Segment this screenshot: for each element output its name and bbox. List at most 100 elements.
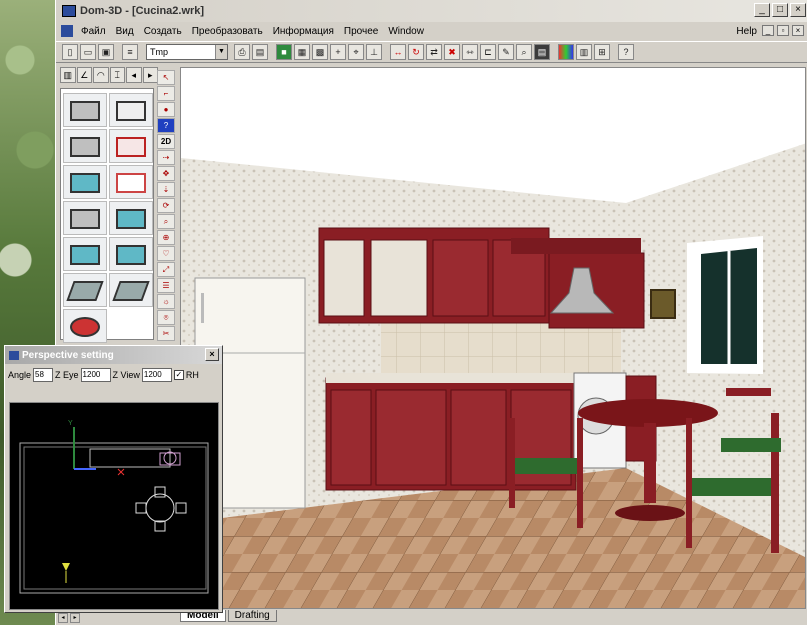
menu-view[interactable]: Вид xyxy=(111,26,139,37)
mirror-icon[interactable]: ⇄ xyxy=(426,44,442,60)
rotate-icon[interactable]: ↻ xyxy=(408,44,424,60)
palette-window-frame-tool[interactable] xyxy=(63,237,107,271)
heart-icon[interactable]: ♡ xyxy=(157,246,175,261)
snap-icon[interactable]: + xyxy=(330,44,346,60)
minimize-button[interactable]: _ xyxy=(754,3,770,17)
tab-drafting[interactable]: Drafting xyxy=(227,609,277,622)
delete-icon[interactable]: ✖ xyxy=(444,44,460,60)
tab-objects[interactable]: ▥ xyxy=(60,67,76,83)
ortho-icon[interactable]: ⊥ xyxy=(366,44,382,60)
new-icon[interactable]: ▯ xyxy=(62,44,78,60)
save-icon[interactable]: ▣ xyxy=(98,44,114,60)
3d-viewport[interactable] xyxy=(180,67,806,609)
close-button[interactable]: × xyxy=(790,3,806,17)
zview-input[interactable]: 1200 xyxy=(141,368,172,382)
cut-icon[interactable]: ✂ xyxy=(157,326,175,341)
render-icon[interactable]: ■ xyxy=(276,44,292,60)
chevron-down-icon[interactable]: ▼ xyxy=(215,45,227,59)
fit-icon[interactable]: ⤢ xyxy=(157,262,175,277)
object-palette xyxy=(60,88,154,343)
palette-arch-tool[interactable] xyxy=(109,129,153,163)
tab-prev-arrow[interactable]: ◂ xyxy=(126,67,142,83)
dialog-icon xyxy=(9,350,19,360)
layers-icon[interactable]: ≡ xyxy=(122,44,138,60)
tab-stairs[interactable]: ⌶ xyxy=(109,67,125,83)
grid-icon[interactable]: ▩ xyxy=(312,44,328,60)
zeye-input[interactable]: 1200 xyxy=(80,368,111,382)
texture-icon[interactable]: ⊞ xyxy=(594,44,610,60)
angle-input[interactable]: 58 xyxy=(33,368,54,382)
palette-wall-segment-tool[interactable] xyxy=(63,129,107,163)
light-icon[interactable]: ☼ xyxy=(157,294,175,309)
menu-info[interactable]: Информация xyxy=(268,26,339,37)
arrow-icon[interactable]: ↖ xyxy=(157,70,175,85)
tab-walls[interactable]: ∠ xyxy=(76,67,92,83)
tab-next-arrow[interactable]: ▸ xyxy=(142,67,158,83)
palette-roof-hip-tool[interactable] xyxy=(109,273,153,307)
doc-close-button[interactable]: × xyxy=(792,25,804,36)
move-icon[interactable]: ↔ xyxy=(390,44,406,60)
menu-window[interactable]: Window xyxy=(383,26,429,37)
menu-help[interactable]: Help xyxy=(731,26,762,37)
info-icon[interactable]: ? xyxy=(157,118,175,133)
palette-object-tool[interactable] xyxy=(63,309,107,343)
camera-icon[interactable]: ⌾ xyxy=(157,310,175,325)
dialog-fields: Angle 58 Z Eye 1200 Z View 1200 ✓ RH xyxy=(5,364,222,386)
horizontal-scrollbar[interactable]: ◂ ▸ xyxy=(55,612,124,624)
palette-roof-tool[interactable] xyxy=(63,273,107,307)
properties-icon[interactable]: ▤ xyxy=(534,44,550,60)
layer-dropdown[interactable]: Tmp ▼ xyxy=(146,44,228,60)
palette-tabs: ▥ ∠ ◠ ⌶ ◂ ▸ xyxy=(60,67,158,85)
palette-window-tool[interactable] xyxy=(63,165,107,199)
open-icon[interactable]: ▭ xyxy=(80,44,96,60)
palette-door-tool[interactable] xyxy=(109,165,153,199)
pencil-icon[interactable]: ✎ xyxy=(498,44,514,60)
dialog-title-bar[interactable]: Perspective setting × xyxy=(5,346,222,364)
palette-opening-tool[interactable] xyxy=(109,237,153,271)
maximize-button[interactable]: □ xyxy=(772,3,788,17)
angle-label: Angle xyxy=(8,370,32,380)
print-preview-icon[interactable]: ▤ xyxy=(252,44,268,60)
record-icon[interactable]: ● xyxy=(157,102,175,117)
layers-stack-icon[interactable]: ☰ xyxy=(157,278,175,293)
menu-create[interactable]: Создать xyxy=(139,26,187,37)
snap-point-icon[interactable]: ⌖ xyxy=(348,44,364,60)
help-icon[interactable]: ? xyxy=(618,44,634,60)
tab-roof[interactable]: ◠ xyxy=(93,67,109,83)
view-tabs: Modell Drafting xyxy=(180,608,806,623)
menu-other[interactable]: Прочее xyxy=(339,26,383,37)
measure-icon[interactable]: ⇿ xyxy=(462,44,478,60)
shade-icon[interactable]: ▦ xyxy=(294,44,310,60)
material-icon[interactable]: ▥ xyxy=(576,44,592,60)
palette-column-tool[interactable] xyxy=(109,201,153,235)
menu-file[interactable]: Файл xyxy=(76,26,111,37)
dialog-title: Perspective setting xyxy=(22,349,114,361)
dimension-icon[interactable]: ⊏ xyxy=(480,44,496,60)
color-icon[interactable] xyxy=(558,44,574,60)
svg-text:Y: Y xyxy=(68,420,73,427)
zoom-icon[interactable]: ⌕ xyxy=(516,44,532,60)
title-bar[interactable]: Dom-3D - [Cucina2.wrk] _ □ × xyxy=(56,0,807,22)
pan-down-icon[interactable]: ⇣ xyxy=(157,182,175,197)
zoom-window-icon[interactable]: ⌕ xyxy=(157,214,175,229)
plan-view[interactable]: Y xyxy=(9,402,219,610)
doc-minimize-button[interactable]: _ xyxy=(762,25,774,36)
print-icon[interactable]: ⎙ xyxy=(234,44,250,60)
palette-room-tool[interactable] xyxy=(109,93,153,127)
walk-icon[interactable]: ⇢ xyxy=(157,150,175,165)
scroll-right-arrow[interactable]: ▸ xyxy=(70,613,80,623)
document-icon[interactable] xyxy=(61,25,73,37)
dialog-close-button[interactable]: × xyxy=(205,348,219,361)
wall-draw-icon[interactable]: ⌐ xyxy=(157,86,175,101)
palette-wall-tool[interactable] xyxy=(63,93,107,127)
navigate-icon[interactable]: ✥ xyxy=(157,166,175,181)
window-title: Dom-3D - [Cucina2.wrk] xyxy=(80,5,205,17)
orbit-icon[interactable]: ⟳ xyxy=(157,198,175,213)
rh-checkbox[interactable]: ✓ xyxy=(173,370,184,380)
scroll-left-arrow[interactable]: ◂ xyxy=(58,613,68,623)
2d-view-icon[interactable]: 2D xyxy=(157,134,175,149)
menu-transform[interactable]: Преобразовать xyxy=(187,26,268,37)
palette-stairs-tool[interactable] xyxy=(63,201,107,235)
zoom-in-icon[interactable]: ⊕ xyxy=(157,230,175,245)
doc-restore-button[interactable]: ▫ xyxy=(777,25,789,36)
